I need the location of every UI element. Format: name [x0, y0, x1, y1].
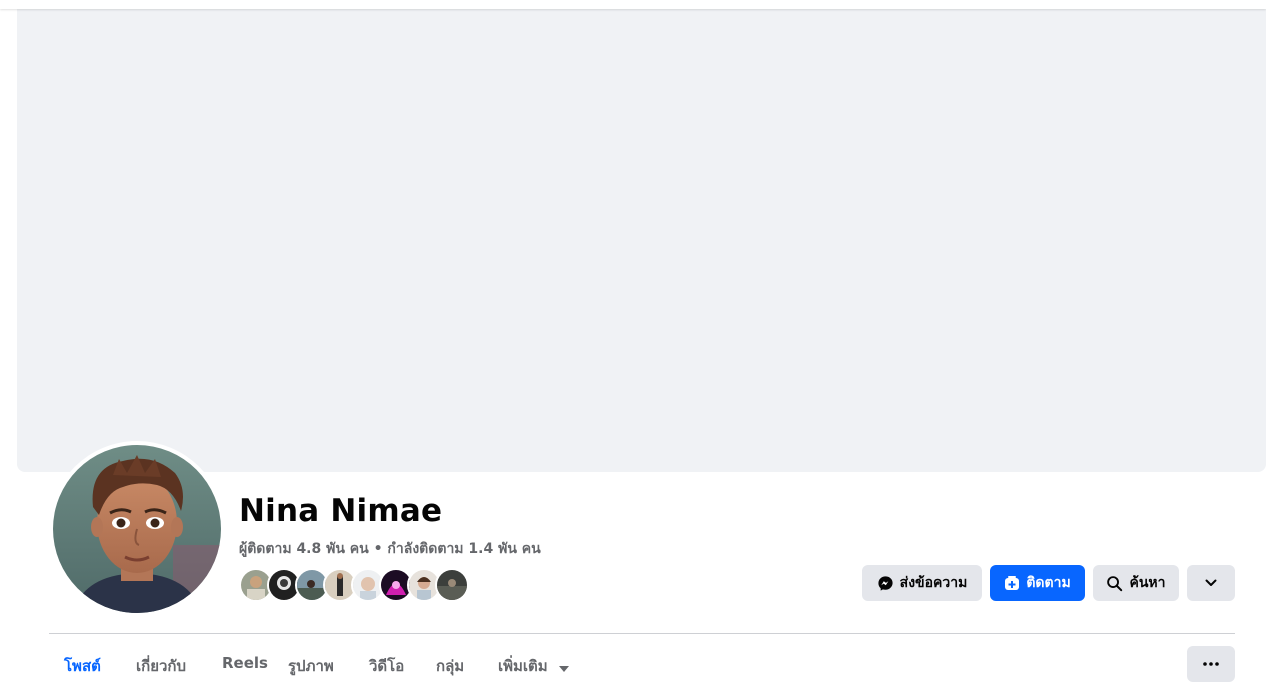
tab-groups[interactable]: กลุ่ม	[436, 654, 464, 678]
tab-label: Reels	[222, 654, 268, 672]
caret-down-icon	[558, 658, 569, 676]
tab-label: วิดีโอ	[369, 657, 405, 675]
profile-name: Nina Nimae	[239, 493, 443, 529]
tab-label: โพสต์	[64, 657, 101, 675]
message-button-label: ส่งข้อความ	[899, 575, 968, 591]
tab-more[interactable]: เพิ่มเติม	[498, 654, 569, 678]
top-bar	[0, 0, 1266, 9]
follower-stats[interactable]: ผู้ติดตาม 4.8 พัน คน • กำลังติดตาม 1.4 พ…	[239, 538, 541, 560]
expand-button[interactable]	[1187, 565, 1235, 601]
tab-label: เกี่ยวกับ	[136, 657, 187, 675]
chevron-down-icon	[1204, 576, 1218, 590]
cover-photo[interactable]	[17, 9, 1266, 472]
follow-button-label: ติดตาม	[1026, 575, 1071, 591]
message-button[interactable]: ส่งข้อความ	[862, 565, 982, 601]
tab-videos[interactable]: วิดีโอ	[369, 654, 404, 678]
follower-avatar[interactable]	[435, 568, 469, 602]
follow-button[interactable]: ติดตาม	[990, 565, 1085, 601]
tab-label: กลุ่ม	[436, 657, 465, 675]
search-button-label: ค้นหา	[1129, 575, 1166, 591]
search-icon	[1106, 575, 1123, 592]
tab-label: รูปภาพ	[288, 657, 334, 675]
profile-divider	[49, 633, 1235, 634]
profile-picture[interactable]	[53, 445, 221, 613]
messenger-icon	[877, 575, 894, 592]
more-dots-icon	[1203, 662, 1219, 666]
more-options-button[interactable]	[1187, 646, 1235, 682]
profile-picture-frame[interactable]	[49, 441, 225, 617]
tab-about[interactable]: เกี่ยวกับ	[136, 654, 186, 678]
tab-reels[interactable]: Reels	[222, 654, 268, 672]
search-button[interactable]: ค้นหา	[1093, 565, 1179, 601]
tab-label: เพิ่มเติม	[498, 657, 548, 675]
follow-icon	[1004, 575, 1020, 591]
tab-posts[interactable]: โพสต์	[64, 654, 101, 678]
tab-photos[interactable]: รูปภาพ	[288, 654, 334, 678]
